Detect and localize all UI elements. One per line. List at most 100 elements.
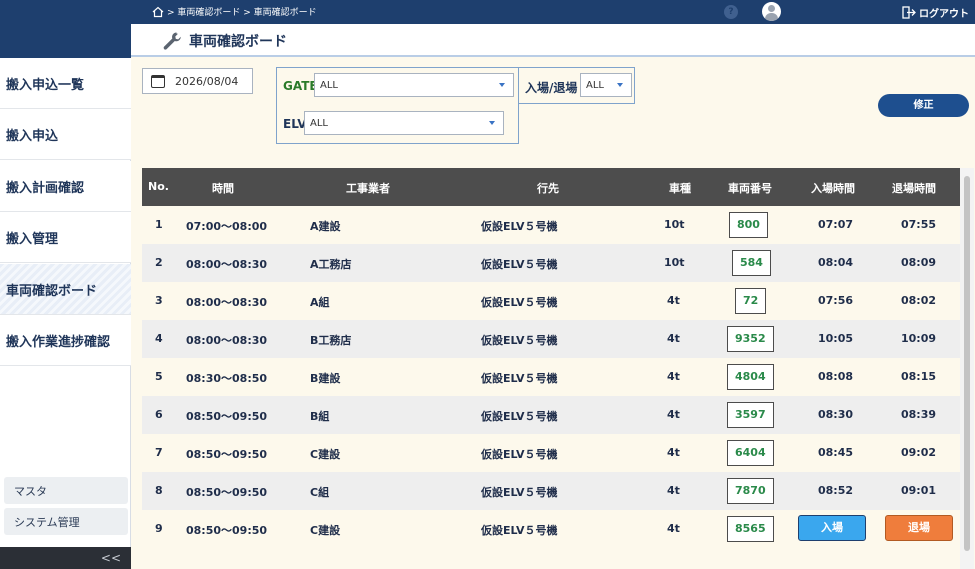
row-vehicle-type: 4t <box>667 446 680 459</box>
table-row[interactable]: 3 08:00～08:30 A組 仮設ELV５号機 4t 72 07:56 08:02 <box>142 282 960 320</box>
row-no: 3 <box>155 294 163 307</box>
row-destination: 仮設ELV５号機 <box>481 296 558 309</box>
table-row[interactable]: 5 08:30～08:50 B建設 仮設ELV５号機 4t 4804 08:08 08:15 <box>142 358 960 396</box>
table-row[interactable]: 1 07:00～08:00 A建設 仮設ELV５号機 10t 800 07:07 07:55 <box>142 206 960 244</box>
row-vehicle-type: 4t <box>667 332 680 345</box>
enter-button[interactable]: 入場 <box>798 515 866 541</box>
row-destination: 仮設ELV５号機 <box>481 486 558 499</box>
col-no: No. <box>148 180 169 193</box>
calendar-icon <box>151 74 165 88</box>
row-vehicle-type: 4t <box>667 522 680 535</box>
row-destination: 仮設ELV５号機 <box>481 220 558 233</box>
row-entry-time: 08:04 <box>818 256 854 269</box>
scrollbar-thumb[interactable] <box>964 176 970 551</box>
logout-button[interactable]: ログアウト <box>902 5 969 20</box>
row-contractor: A建設 <box>310 220 341 233</box>
sidebar-item-delivery-list[interactable]: 搬入申込一覧 <box>0 58 131 109</box>
sidebar-item-delivery-request[interactable]: 搬入申込 <box>0 109 131 160</box>
sidebar-item-delivery-management[interactable]: 搬入管理 <box>0 212 131 263</box>
edit-button[interactable]: 修正 <box>878 94 969 117</box>
sidebar-item-vehicle-board[interactable]: 車両確認ボード <box>0 264 131 315</box>
help-icon[interactable]: ? <box>724 5 738 19</box>
row-entry-time: 08:08 <box>818 370 854 383</box>
logout-icon <box>902 6 916 19</box>
sidebar-item-label: マスタ <box>14 484 47 498</box>
row-time: 08:50～09:50 <box>186 410 268 423</box>
sidebar-item-system-admin[interactable]: システム管理 <box>4 508 128 535</box>
chevron-down-icon <box>617 83 623 87</box>
main-content: 車両確認ボード 2026/08/04 GATE ALL ELV ALL 入場/退… <box>131 24 975 569</box>
row-time: 08:50～09:50 <box>186 524 268 537</box>
row-vehicle-type: 4t <box>667 484 680 497</box>
row-exit-time: 08:02 <box>901 294 937 307</box>
chevron-down-icon <box>489 121 495 125</box>
table-row[interactable]: 9 08:50～09:50 C建設 仮設ELV５号機 4t 8565 入場 退場 <box>142 510 960 548</box>
col-exit-time: 退場時間 <box>892 182 936 195</box>
row-contractor: A工務店 <box>310 258 352 271</box>
row-exit-time: 08:39 <box>901 408 937 421</box>
row-no: 7 <box>155 446 163 459</box>
row-plate: 800 <box>729 212 768 238</box>
sidebar-header <box>0 24 131 58</box>
col-contractor: 工事業者 <box>346 182 390 195</box>
title-bar: 車両確認ボード <box>131 24 975 57</box>
sidebar-item-label: 搬入計画確認 <box>6 180 85 196</box>
table-row[interactable]: 4 08:00～08:30 B工務店 仮設ELV５号機 4t 9352 10:05 10:09 <box>142 320 960 358</box>
sidebar-item-progress[interactable]: 搬入作業進捗確認 <box>0 315 131 366</box>
avatar[interactable] <box>762 2 781 21</box>
gate-select[interactable]: ALL <box>314 73 514 97</box>
breadcrumb-text[interactable]: > 車両確認ボード > 車両確認ボード <box>167 5 317 18</box>
row-destination: 仮設ELV５号機 <box>481 524 558 537</box>
sidebar-item-delivery-plan[interactable]: 搬入計画確認 <box>0 161 131 212</box>
row-plate: 584 <box>732 250 771 276</box>
io-select-value: ALL <box>586 79 604 91</box>
row-contractor: B組 <box>310 410 330 423</box>
sidebar-item-label: 搬入申込 <box>6 128 59 144</box>
io-filter-panel: 入場/退場 ALL <box>518 67 635 104</box>
elv-select-value: ALL <box>310 117 328 129</box>
date-picker[interactable]: 2026/08/04 <box>142 68 253 94</box>
row-destination: 仮設ELV５号機 <box>481 372 558 385</box>
table-header: No. 時間 工事業者 行先 車種 車両番号 入場時間 退場時間 <box>142 168 960 206</box>
io-select[interactable]: ALL <box>580 73 632 97</box>
date-value: 2026/08/04 <box>175 74 239 88</box>
user-head-icon <box>768 5 775 12</box>
row-time: 08:00～08:30 <box>186 258 268 271</box>
collapse-sidebar-button[interactable]: << <box>0 547 131 569</box>
row-contractor: B建設 <box>310 372 341 385</box>
row-exit-time: 07:55 <box>901 218 937 231</box>
elv-select[interactable]: ALL <box>304 111 504 135</box>
gate-label: GATE <box>283 79 318 93</box>
row-time: 08:30～08:50 <box>186 372 268 385</box>
gate-select-value: ALL <box>320 79 338 91</box>
row-plate: 9352 <box>727 326 774 352</box>
table-row[interactable]: 8 08:50～09:50 C組 仮設ELV５号機 4t 7870 08:52 09:01 <box>142 472 960 510</box>
row-destination: 仮設ELV５号機 <box>481 258 558 271</box>
table-row[interactable]: 2 08:00～08:30 A工務店 仮設ELV５号機 10t 584 08:04 08:09 <box>142 244 960 282</box>
row-vehicle-type: 4t <box>667 408 680 421</box>
sidebar-item-master[interactable]: マスタ <box>4 477 128 504</box>
wrench-icon <box>163 32 181 50</box>
exit-button[interactable]: 退場 <box>885 515 953 541</box>
row-entry-time: 10:05 <box>818 332 854 345</box>
row-exit-time: 09:01 <box>901 484 937 497</box>
row-no: 8 <box>155 484 163 497</box>
row-vehicle-type: 4t <box>667 370 680 383</box>
row-no: 5 <box>155 370 163 383</box>
row-time: 08:50～09:50 <box>186 486 268 499</box>
row-destination: 仮設ELV５号機 <box>481 334 558 347</box>
col-entry-time: 入場時間 <box>811 182 855 195</box>
table-row[interactable]: 7 08:50～09:50 C建設 仮設ELV５号機 4t 6404 08:45 09:02 <box>142 434 960 472</box>
row-exit-time: 08:09 <box>901 256 937 269</box>
row-entry-time: 07:56 <box>818 294 854 307</box>
row-no: 4 <box>155 332 163 345</box>
logout-label: ログアウト <box>919 9 969 20</box>
col-vehicle-type: 車種 <box>669 182 691 195</box>
home-icon[interactable] <box>152 6 164 18</box>
table-row[interactable]: 6 08:50～09:50 B組 仮設ELV５号機 4t 3597 08:30 08:39 <box>142 396 960 434</box>
sidebar-item-label: システム管理 <box>14 515 80 529</box>
row-contractor: C建設 <box>310 524 341 537</box>
row-plate: 7870 <box>727 478 774 504</box>
scrollbar[interactable] <box>960 168 974 569</box>
sidebar-item-label: 搬入作業進捗確認 <box>6 334 111 350</box>
